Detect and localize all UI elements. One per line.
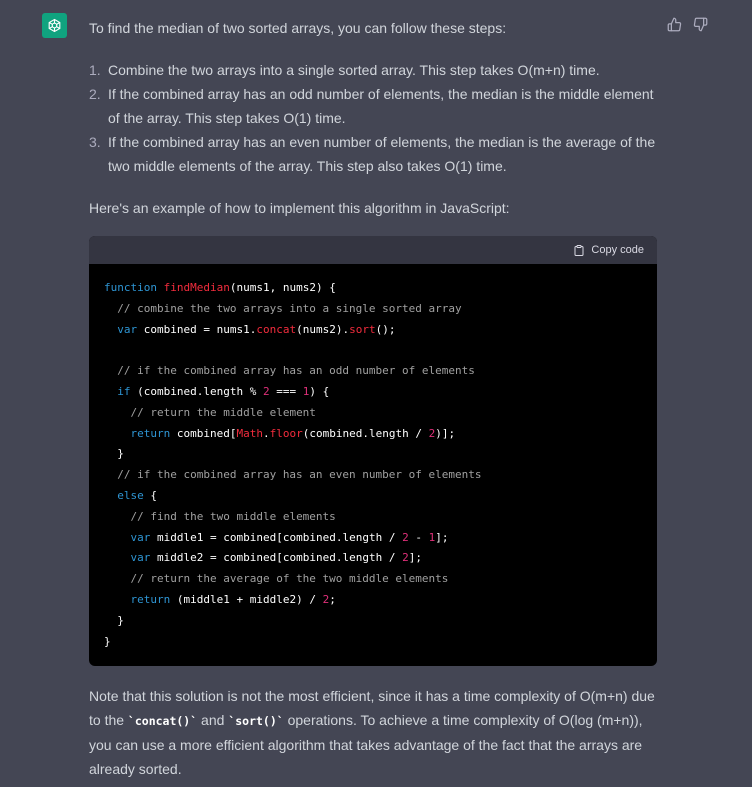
message-note: Note that this solution is not the most … [89, 684, 659, 781]
code-number: 2 [262, 384, 270, 398]
code-block: Copy code function findMedian(nums1, num… [89, 236, 657, 667]
code-keyword: function [104, 281, 157, 294]
assistant-message: To find the median of two sorted arrays,… [89, 16, 659, 781]
code-number: 1 [428, 530, 436, 544]
code-function: concat [256, 322, 297, 336]
code-line: // find the two middle elements [104, 507, 642, 528]
message-intro: To find the median of two sorted arrays,… [89, 20, 507, 36]
code-line: } [104, 634, 111, 648]
list-item-text: If the combined array has an even number… [108, 134, 656, 174]
assistant-avatar [42, 13, 67, 38]
code-comment: // return the average of the two middle … [130, 572, 449, 586]
code-line: return (middle1 + middle2) / 2; [130, 592, 336, 606]
steps-list: 1. Combine the two arrays into a single … [89, 58, 659, 178]
list-item: 1. Combine the two arrays into a single … [89, 58, 659, 82]
code-number: 2 [428, 426, 436, 440]
code-line: // if the combined array has an odd numb… [104, 361, 642, 382]
note-text: and [197, 712, 229, 729]
inline-code: `concat()` [127, 714, 198, 729]
list-item-number: 1. [89, 62, 101, 78]
code-keyword: var [117, 322, 138, 336]
code-keyword: return [130, 592, 171, 606]
code-line: var combined = nums1.concat(nums2).sort(… [117, 322, 396, 336]
code-keyword: return [130, 426, 171, 440]
code-line: else { [117, 488, 157, 502]
code-comment: // if the combined array has an even num… [117, 468, 482, 482]
code-line: var middle1 = combined[combined.length /… [130, 530, 449, 544]
code-comment: // return the middle element [130, 405, 316, 419]
thumbs-up-icon [667, 17, 681, 31]
code-header: Copy code [89, 236, 657, 264]
code-line: return combined[Math.floor(combined.leng… [130, 426, 456, 440]
code-keyword: else [117, 488, 144, 502]
feedback-buttons [666, 16, 708, 32]
code-line: var middle2 = combined[combined.length /… [130, 551, 422, 565]
code-content: function findMedian(nums1, nums2) { // c… [89, 264, 657, 666]
code-function: floor [269, 426, 303, 440]
code-number: 1 [302, 384, 310, 398]
code-number: 2 [322, 592, 330, 606]
code-line: // return the average of the two middle … [104, 569, 642, 590]
example-intro: Here's an example of how to implement th… [89, 200, 510, 216]
code-keyword: var [130, 551, 151, 565]
list-item-number: 3. [89, 134, 101, 150]
list-item-text: If the combined array has an odd number … [108, 86, 654, 126]
code-comment: // if the combined array has an odd numb… [117, 364, 475, 378]
code-comment: // combine the two arrays into a single … [117, 301, 462, 315]
thumbs-down-icon [693, 17, 707, 31]
code-line: // if the combined array has an even num… [104, 465, 642, 486]
code-function: Math [236, 426, 263, 440]
code-line: // combine the two arrays into a single … [104, 299, 642, 320]
code-line: } [117, 447, 124, 461]
code-line: function findMedian(nums1, nums2) { [104, 281, 336, 294]
code-keyword: if [117, 384, 131, 398]
code-line: if (combined.length % 2 === 1) { [117, 384, 330, 398]
openai-logo-icon [48, 18, 61, 33]
copy-code-button[interactable]: Copy code [573, 238, 644, 262]
thumbs-down-button[interactable] [692, 16, 708, 32]
clipboard-icon [574, 244, 584, 256]
code-comment: // find the two middle elements [130, 509, 336, 523]
code-number: 2 [402, 551, 409, 565]
code-number: 2 [402, 530, 409, 544]
list-item-text: Combine the two arrays into a single sor… [108, 62, 600, 78]
list-item-number: 2. [89, 86, 101, 102]
thumbs-up-button[interactable] [666, 16, 682, 32]
code-function: sort [349, 322, 376, 336]
code-line: // return the middle element [104, 403, 642, 424]
code-function: findMedian [163, 281, 230, 294]
copy-code-label: Copy code [591, 244, 644, 256]
code-keyword: var [130, 530, 151, 544]
inline-code: `sort()` [228, 714, 284, 729]
code-line: } [117, 613, 124, 627]
list-item: 3. If the combined array has an even num… [89, 130, 659, 178]
list-item: 2. If the combined array has an odd numb… [89, 82, 659, 130]
